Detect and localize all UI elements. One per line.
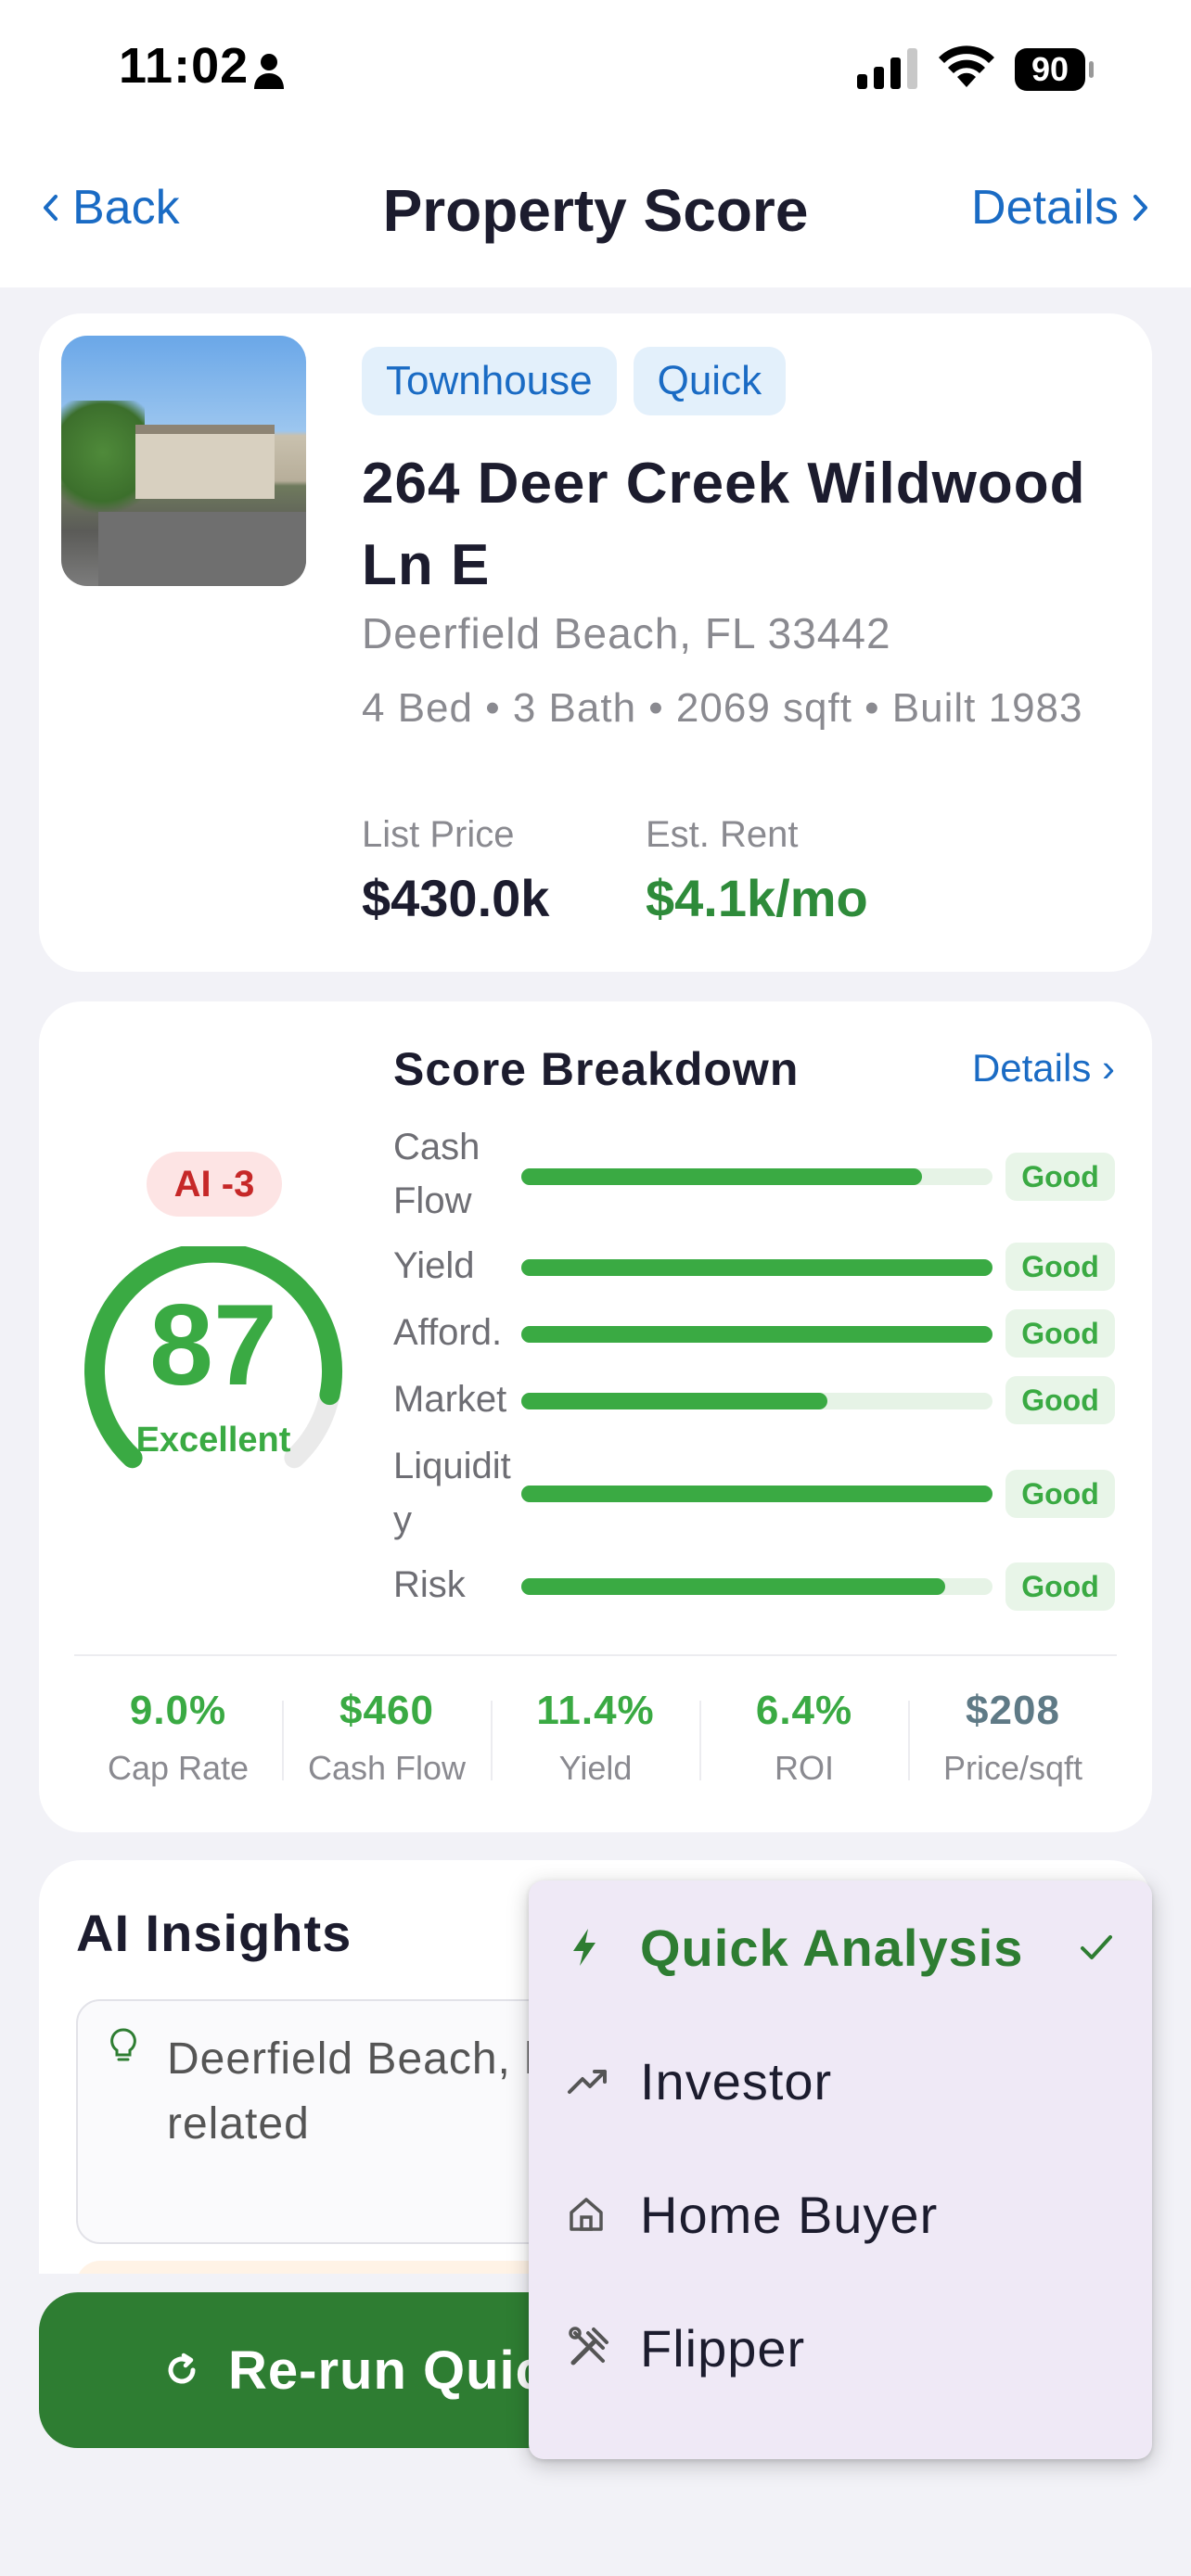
property-photo[interactable] xyxy=(61,336,306,586)
score-rating: Excellent xyxy=(135,1421,291,1460)
signal-icon xyxy=(857,48,917,89)
breakdown-bar xyxy=(521,1259,992,1276)
property-card[interactable]: Townhouse Quick 264 Deer Creek Wildwood … xyxy=(39,313,1152,972)
breakdown-label: Liquidity xyxy=(393,1446,511,1540)
metric-value: $208 xyxy=(966,1688,1060,1733)
battery-tip xyxy=(1089,61,1094,78)
est-rent-value: $4.1k/mo xyxy=(646,869,868,927)
ai-adjustment-badge: AI -3 xyxy=(147,1152,282,1217)
person-icon xyxy=(254,54,284,89)
menu-item-label: Flipper xyxy=(640,2318,806,2378)
metric-label: Cap Rate xyxy=(107,1749,250,1787)
rerun-label: Re-run Quic xyxy=(228,2340,546,2401)
metric-cash-flow: $460 Cash Flow xyxy=(283,1688,491,1788)
metric-value: $460 xyxy=(339,1688,434,1733)
property-specs: 4 Bed • 3 Bath • 2069 sqft • Built 1983 xyxy=(362,685,1083,731)
checkmark-icon xyxy=(1081,1935,1112,1959)
divider xyxy=(74,1654,1117,1656)
est-rent-label: Est. Rent xyxy=(646,814,799,855)
breakdown-label: Risk xyxy=(393,1564,466,1605)
status-time: 11:02 xyxy=(119,38,250,94)
analysis-mode-tag: Quick xyxy=(633,347,787,415)
breakdown-label: Market xyxy=(393,1379,507,1420)
breakdown-details-link[interactable]: Details › xyxy=(972,1046,1115,1090)
breakdown-title: Score Breakdown xyxy=(393,1043,800,1095)
property-address: 264 Deer Creek Wildwood Ln E xyxy=(362,452,1086,597)
breakdown-bar xyxy=(521,1486,992,1502)
lightbulb-icon xyxy=(110,2028,136,2061)
score-value: 87 xyxy=(149,1282,277,1409)
breakdown-status: Good xyxy=(1005,1562,1115,1611)
metric-label: ROI xyxy=(774,1749,834,1787)
breakdown-label: Afford. xyxy=(393,1312,503,1353)
metric-label: Cash Flow xyxy=(307,1749,467,1787)
property-type-tag: Townhouse xyxy=(362,347,617,415)
metric-yield: 11.4% Yield xyxy=(492,1688,699,1788)
breakdown-status: Good xyxy=(1005,1153,1115,1201)
navigation-bar: Back Property Score Details xyxy=(0,139,1191,287)
property-tags: Townhouse Quick xyxy=(362,347,787,415)
breakdown-bar-fill xyxy=(521,1326,992,1343)
analysis-mode-menu: Quick Analysis Investor Home Buyer Flipp… xyxy=(529,1881,1152,2459)
menu-item-label: Investor xyxy=(640,2051,833,2111)
breakdown-bar xyxy=(521,1168,992,1185)
score-card: AI -3 87 Excellent Score Breakdown Detai… xyxy=(39,1001,1152,1832)
metric-label: Price/sqft xyxy=(942,1749,1083,1787)
metric-label: Yield xyxy=(558,1749,633,1787)
details-label: Details xyxy=(971,181,1119,235)
breakdown-bar-fill xyxy=(521,1486,992,1502)
menu-item-label: Home Buyer xyxy=(640,2185,939,2244)
breakdown-bar xyxy=(521,1578,992,1595)
details-button[interactable]: Details xyxy=(971,180,1150,236)
metric-price-per-sqft: $208 Price/sqft xyxy=(909,1688,1117,1788)
status-bar: 11:02 90 xyxy=(0,0,1191,139)
menu-item-label: Quick Analysis xyxy=(640,1918,1024,1977)
metric-cap-rate: 9.0% Cap Rate xyxy=(74,1688,282,1788)
breakdown-status: Good xyxy=(1005,1376,1115,1424)
breakdown-status: Good xyxy=(1005,1243,1115,1291)
tools-icon xyxy=(569,2327,608,2366)
menu-item-investor[interactable]: Investor xyxy=(529,2014,1152,2148)
breakdown-status: Good xyxy=(1005,1470,1115,1518)
metric-value: 9.0% xyxy=(129,1688,227,1733)
metric-roi: 6.4% ROI xyxy=(700,1688,908,1788)
breakdown-bar-fill xyxy=(521,1578,946,1595)
list-price-value: $430.0k xyxy=(362,869,550,927)
metric-value: 11.4% xyxy=(536,1688,655,1733)
property-city: Deerfield Beach, FL 33442 xyxy=(362,609,891,657)
wifi-icon xyxy=(939,45,994,87)
photo-house xyxy=(135,425,275,499)
photo-tree xyxy=(61,401,145,530)
breakdown-bar xyxy=(521,1326,992,1343)
menu-item-home-buyer[interactable]: Home Buyer xyxy=(529,2148,1152,2281)
breakdown-bar xyxy=(521,1393,992,1409)
menu-item-flipper[interactable]: Flipper xyxy=(529,2281,1152,2415)
home-icon xyxy=(570,2198,603,2231)
breakdown-bar-fill xyxy=(521,1393,828,1409)
list-price-label: List Price xyxy=(362,814,515,855)
breakdown-bar-fill xyxy=(521,1259,992,1276)
metric-value: 6.4% xyxy=(755,1688,853,1733)
bolt-icon xyxy=(573,1929,596,1966)
battery-indicator: 90 xyxy=(1015,48,1085,91)
chevron-right-icon xyxy=(1133,195,1147,221)
menu-item-quick-analysis[interactable]: Quick Analysis xyxy=(529,1881,1152,2014)
ai-insights-title: AI Insights xyxy=(76,1904,352,1962)
trending-up-icon xyxy=(568,2070,607,2094)
breakdown-bar-fill xyxy=(521,1168,922,1185)
photo-driveway xyxy=(98,512,306,586)
breakdown-status: Good xyxy=(1005,1309,1115,1358)
breakdown-label: Yield xyxy=(393,1245,475,1286)
refresh-icon xyxy=(168,2353,196,2384)
breakdown-label: Cash Flow xyxy=(393,1127,480,1221)
